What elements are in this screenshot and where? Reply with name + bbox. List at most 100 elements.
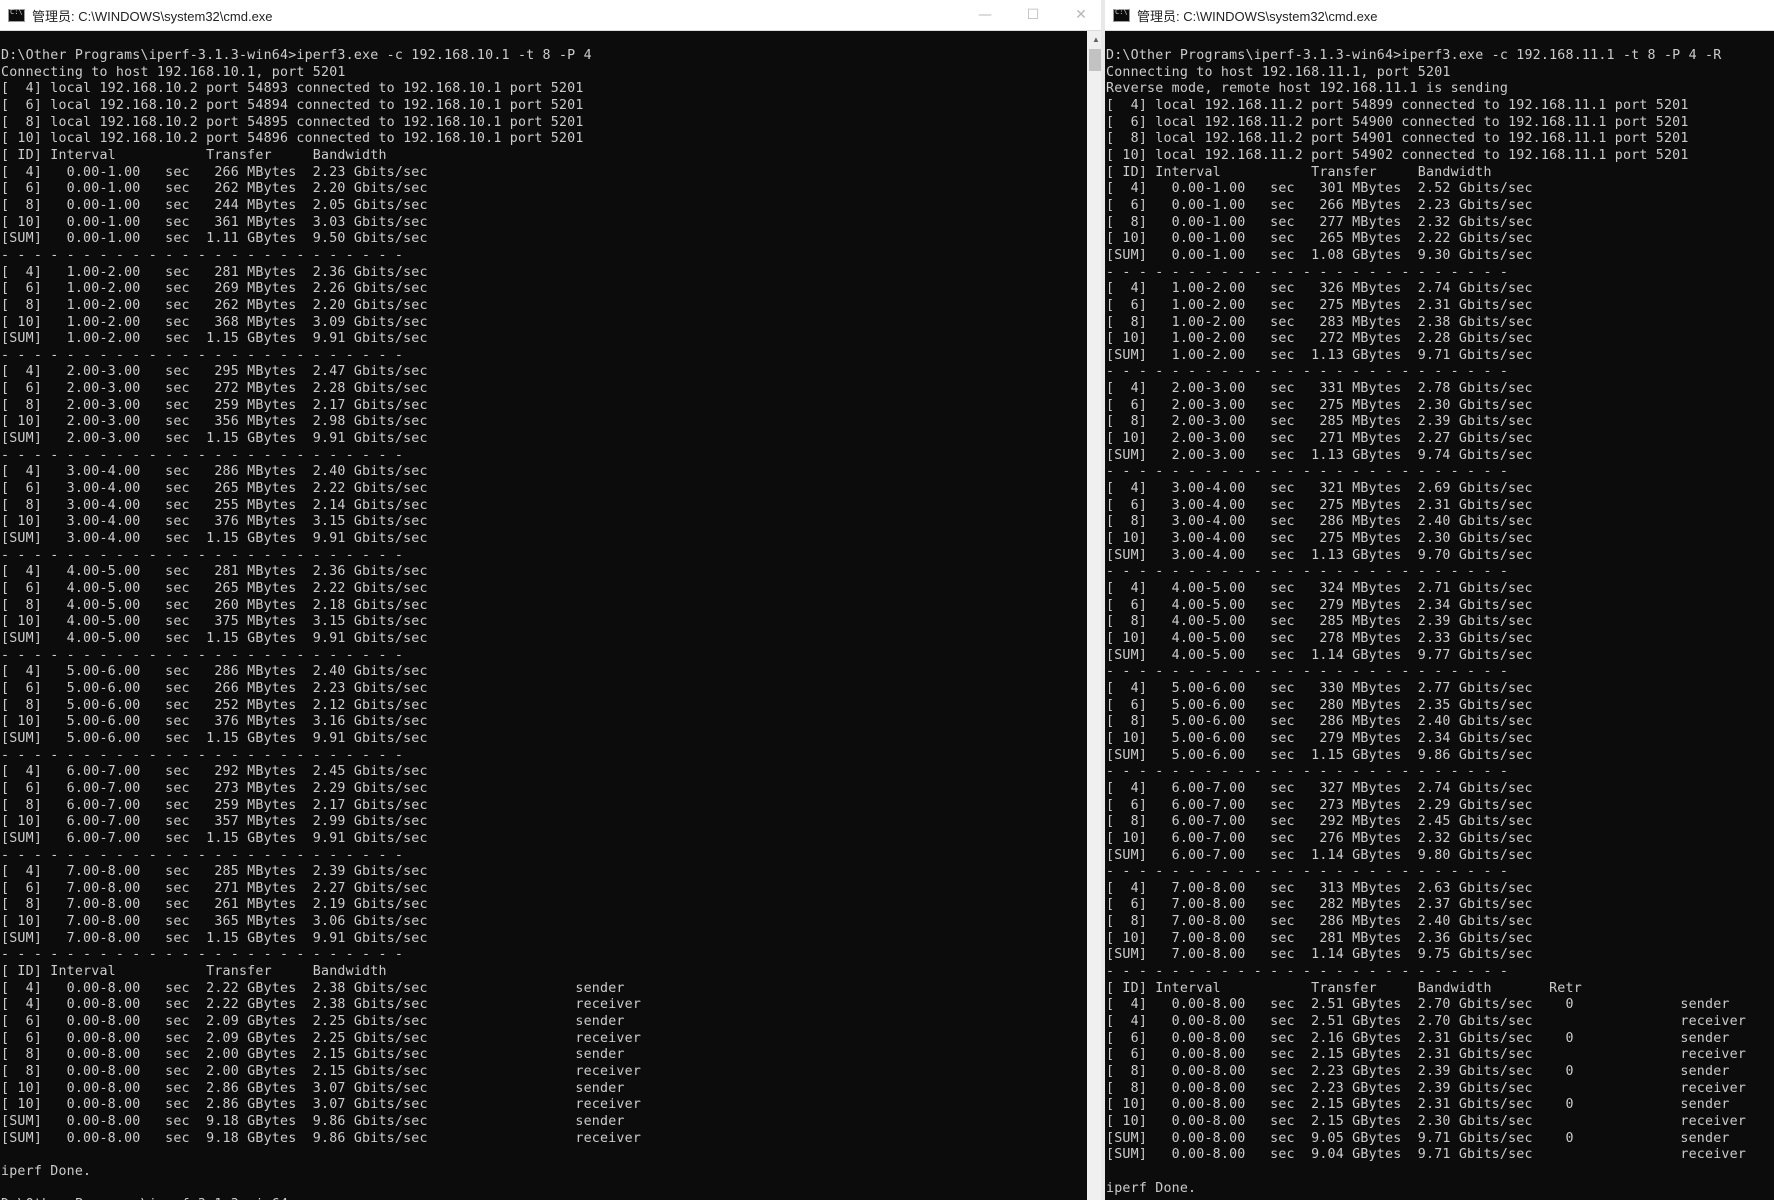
console-line: [ 4] 5.00-6.00 sec 330 MBytes 2.77 Gbits… [1106, 680, 1533, 696]
console-line: [ 6] 0.00-8.00 sec 2.09 GBytes 2.25 Gbit… [1, 1014, 625, 1030]
close-button[interactable]: ✕ [1057, 0, 1105, 30]
console-line: [ 10] 5.00-6.00 sec 376 MBytes 3.16 Gbit… [1, 714, 428, 730]
console-line: [ 8] 0.00-8.00 sec 2.00 GBytes 2.15 Gbit… [1, 1047, 625, 1063]
console-line: [ 4] 0.00-1.00 sec 266 MBytes 2.23 Gbits… [1, 164, 428, 180]
console-line: [ 10] 1.00-2.00 sec 368 MBytes 3.09 Gbit… [1, 314, 428, 330]
console-line: [SUM] 0.00-8.00 sec 9.18 GBytes 9.86 Gbi… [1, 1130, 642, 1146]
console-line: [SUM] 4.00-5.00 sec 1.14 GBytes 9.77 Gbi… [1106, 647, 1533, 663]
console-line: [ 4] 0.00-1.00 sec 301 MBytes 2.52 Gbits… [1106, 181, 1533, 197]
console-line: [ 4] local 192.168.11.2 port 54899 conne… [1106, 97, 1689, 113]
console-line: - - - - - - - - - - - - - - - - - - - - … [1, 347, 404, 363]
console-line: [ 8] local 192.168.11.2 port 54901 conne… [1106, 131, 1689, 147]
console-line: - - - - - - - - - - - - - - - - - - - - … [1, 847, 404, 863]
console-line: [SUM] 7.00-8.00 sec 1.14 GBytes 9.75 Gbi… [1106, 947, 1533, 963]
cmd-icon [1113, 8, 1130, 22]
console-line: - - - - - - - - - - - - - - - - - - - - … [1106, 964, 1509, 980]
console-line: [SUM] 3.00-4.00 sec 1.13 GBytes 9.70 Gbi… [1106, 547, 1533, 563]
console-line: [ 4] 0.00-8.00 sec 2.22 GBytes 2.38 Gbit… [1, 997, 642, 1013]
left-titlebar[interactable]: 管理员: C:\WINDOWS\system32\cmd.exe — ☐ ✕ [0, 0, 1105, 31]
console-line: [ 6] 0.00-1.00 sec 262 MBytes 2.20 Gbits… [1, 181, 428, 197]
console-line: [ 8] 0.00-1.00 sec 244 MBytes 2.05 Gbits… [1, 197, 428, 213]
console-line: [SUM] 5.00-6.00 sec 1.15 GBytes 9.86 Gbi… [1106, 747, 1533, 763]
right-console-output[interactable]: D:\Other Programs\iperf-3.1.3-win64>iper… [1105, 31, 1774, 1200]
console-line: [ 8] 5.00-6.00 sec 252 MBytes 2.12 Gbits… [1, 697, 428, 713]
console-line: [SUM] 2.00-3.00 sec 1.13 GBytes 9.74 Gbi… [1106, 447, 1533, 463]
console-line: [ 10] 0.00-1.00 sec 361 MBytes 3.03 Gbit… [1, 214, 428, 230]
console-line: [ ID] Interval Transfer Bandwidth [1106, 164, 1492, 180]
console-line: [SUM] 6.00-7.00 sec 1.14 GBytes 9.80 Gbi… [1106, 847, 1533, 863]
console-line: [ 8] 4.00-5.00 sec 260 MBytes 2.18 Gbits… [1, 597, 428, 613]
console-line: D:\Other Programs\iperf-3.1.3-win64>iper… [1106, 48, 1722, 63]
console-line: iperf Done. [1, 1163, 92, 1179]
console-line: [ 10] 0.00-8.00 sec 2.15 GBytes 2.31 Gbi… [1106, 1097, 1730, 1113]
minimize-button[interactable]: — [961, 0, 1009, 30]
console-line: [SUM] 4.00-5.00 sec 1.15 GBytes 9.91 Gbi… [1, 630, 428, 646]
console-line: [ 6] 7.00-8.00 sec 271 MBytes 2.27 Gbits… [1, 880, 428, 896]
console-line: [ 10] 0.00-8.00 sec 2.86 GBytes 3.07 Gbi… [1, 1080, 625, 1096]
console-line: [ 6] 4.00-5.00 sec 279 MBytes 2.34 Gbits… [1106, 597, 1533, 613]
console-line: [ 4] 3.00-4.00 sec 321 MBytes 2.69 Gbits… [1106, 481, 1533, 497]
console-line: - - - - - - - - - - - - - - - - - - - - … [1, 947, 404, 963]
console-line: [ 10] 6.00-7.00 sec 276 MBytes 2.32 Gbit… [1106, 830, 1533, 846]
left-cmd-window[interactable]: 管理员: C:\WINDOWS\system32\cmd.exe — ☐ ✕ D… [0, 0, 1105, 1200]
right-console-text: D:\Other Programs\iperf-3.1.3-win64>iper… [1105, 31, 1774, 1197]
console-line: [ 6] 0.00-8.00 sec 2.09 GBytes 2.25 Gbit… [1, 1030, 642, 1046]
console-line: [ 4] 3.00-4.00 sec 286 MBytes 2.40 Gbits… [1, 464, 428, 480]
console-line: [ 6] 6.00-7.00 sec 273 MBytes 2.29 Gbits… [1, 780, 428, 796]
left-window-controls: — ☐ ✕ [961, 0, 1105, 30]
console-line: - - - - - - - - - - - - - - - - - - - - … [1, 647, 404, 663]
console-line: [ 8] 2.00-3.00 sec 259 MBytes 2.17 Gbits… [1, 397, 428, 413]
console-line: [ 4] 4.00-5.00 sec 281 MBytes 2.36 Gbits… [1, 564, 428, 580]
console-line: - - - - - - - - - - - - - - - - - - - - … [1106, 864, 1509, 880]
console-line: [ 10] local 192.168.11.2 port 54902 conn… [1106, 147, 1689, 163]
console-line: [SUM] 6.00-7.00 sec 1.15 GBytes 9.91 Gbi… [1, 830, 428, 846]
maximize-button[interactable]: ☐ [1009, 0, 1057, 30]
right-titlebar[interactable]: 管理员: C:\WINDOWS\system32\cmd.exe [1105, 0, 1774, 31]
console-line: [ 10] 2.00-3.00 sec 356 MBytes 2.98 Gbit… [1, 414, 428, 430]
console-line: Connecting to host 192.168.11.1, port 52… [1106, 64, 1451, 80]
console-line: [SUM] 5.00-6.00 sec 1.15 GBytes 9.91 Gbi… [1, 730, 428, 746]
console-line: [ 8] 3.00-4.00 sec 255 MBytes 2.14 Gbits… [1, 497, 428, 513]
console-line: [ 10] 3.00-4.00 sec 376 MBytes 3.15 Gbit… [1, 514, 428, 530]
console-line: [ ID] Interval Transfer Bandwidth [1, 964, 387, 980]
console-line: [ 6] 1.00-2.00 sec 275 MBytes 2.31 Gbits… [1106, 297, 1533, 313]
console-line: [ 8] 0.00-1.00 sec 277 MBytes 2.32 Gbits… [1106, 214, 1533, 230]
console-line: Reverse mode, remote host 192.168.11.1 i… [1106, 81, 1509, 97]
console-line: [ 4] 6.00-7.00 sec 292 MBytes 2.45 Gbits… [1, 764, 428, 780]
console-line: [ 8] 1.00-2.00 sec 283 MBytes 2.38 Gbits… [1106, 314, 1533, 330]
console-line: [SUM] 1.00-2.00 sec 1.13 GBytes 9.71 Gbi… [1106, 347, 1533, 363]
console-line: [ 8] 1.00-2.00 sec 262 MBytes 2.20 Gbits… [1, 297, 428, 313]
right-cmd-window[interactable]: 管理员: C:\WINDOWS\system32\cmd.exe D:\Othe… [1105, 0, 1774, 1200]
left-console-text: D:\Other Programs\iperf-3.1.3-win64>iper… [0, 31, 1087, 1200]
left-console-output[interactable]: D:\Other Programs\iperf-3.1.3-win64>iper… [0, 31, 1087, 1200]
console-line: Connecting to host 192.168.10.1, port 52… [1, 64, 346, 80]
console-line: [ 8] 7.00-8.00 sec 261 MBytes 2.19 Gbits… [1, 897, 428, 913]
console-line: [SUM] 0.00-8.00 sec 9.05 GBytes 9.71 Gbi… [1106, 1130, 1730, 1146]
console-line: - - - - - - - - - - - - - - - - - - - - … [1106, 564, 1509, 580]
console-line: [ 4] 2.00-3.00 sec 295 MBytes 2.47 Gbits… [1, 364, 428, 380]
console-line: [ 4] 0.00-8.00 sec 2.51 GBytes 2.70 Gbit… [1106, 997, 1730, 1013]
cmd-icon [8, 8, 25, 22]
console-line: - - - - - - - - - - - - - - - - - - - - … [1, 247, 404, 263]
console-line: [ 10] 2.00-3.00 sec 271 MBytes 2.27 Gbit… [1106, 431, 1533, 447]
console-line: [ 8] 0.00-8.00 sec 2.00 GBytes 2.15 Gbit… [1, 1064, 642, 1080]
console-line: [ 8] 3.00-4.00 sec 286 MBytes 2.40 Gbits… [1106, 514, 1533, 530]
console-line: [SUM] 0.00-1.00 sec 1.08 GBytes 9.30 Gbi… [1106, 247, 1533, 263]
console-line: [SUM] 2.00-3.00 sec 1.15 GBytes 9.91 Gbi… [1, 431, 428, 447]
console-line: - - - - - - - - - - - - - - - - - - - - … [1106, 364, 1509, 380]
console-line: [ 4] 6.00-7.00 sec 327 MBytes 2.74 Gbits… [1106, 780, 1533, 796]
console-line: [SUM] 0.00-8.00 sec 9.04 GBytes 9.71 Gbi… [1106, 1147, 1747, 1163]
console-line: [ 6] 2.00-3.00 sec 275 MBytes 2.30 Gbits… [1106, 397, 1533, 413]
console-line: [ 6] 3.00-4.00 sec 265 MBytes 2.22 Gbits… [1, 481, 428, 497]
console-line: [SUM] 3.00-4.00 sec 1.15 GBytes 9.91 Gbi… [1, 531, 428, 547]
console-line: [ 6] 0.00-8.00 sec 2.16 GBytes 2.31 Gbit… [1106, 1030, 1730, 1046]
console-line: [ 4] 2.00-3.00 sec 331 MBytes 2.78 Gbits… [1106, 381, 1533, 397]
console-line: [ 4] 4.00-5.00 sec 324 MBytes 2.71 Gbits… [1106, 581, 1533, 596]
console-line: [SUM] 1.00-2.00 sec 1.15 GBytes 9.91 Gbi… [1, 331, 428, 347]
console-line: [ 6] 5.00-6.00 sec 280 MBytes 2.35 Gbits… [1106, 697, 1533, 713]
console-line: [ 6] 3.00-4.00 sec 275 MBytes 2.31 Gbits… [1106, 497, 1533, 513]
console-line: [ 6] 6.00-7.00 sec 273 MBytes 2.29 Gbits… [1106, 797, 1533, 813]
console-line: [ ID] Interval Transfer Bandwidth Retr [1106, 980, 1582, 996]
console-line: [ 10] 3.00-4.00 sec 275 MBytes 2.30 Gbit… [1106, 531, 1533, 547]
console-line: [ 4] 1.00-2.00 sec 326 MBytes 2.74 Gbits… [1106, 281, 1533, 297]
